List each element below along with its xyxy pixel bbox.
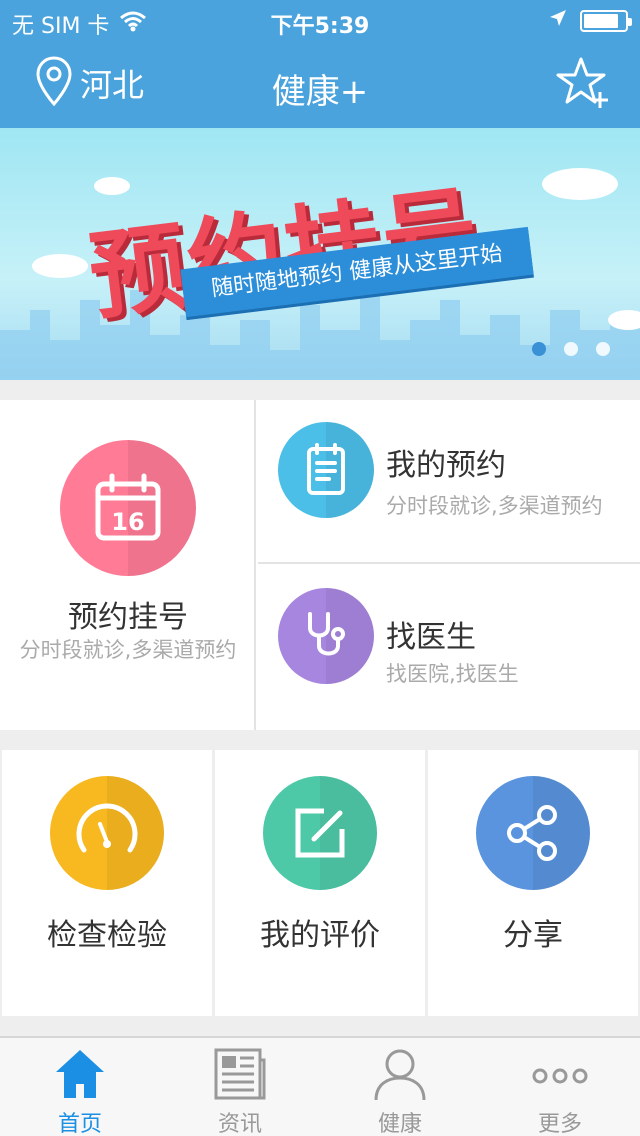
favorite-button[interactable] (556, 56, 610, 114)
feature-tiles: 检查检验 我的评价 分享 (0, 750, 640, 1016)
pagination-dot[interactable] (532, 342, 546, 356)
nav-bar: 河北 健康+ (0, 40, 640, 128)
tab-bar: 首页 资讯 健康 更多 (0, 1036, 640, 1136)
stethoscope-icon (278, 588, 374, 684)
tab-news[interactable]: 资讯 (160, 1038, 320, 1136)
appointment-cell[interactable]: 16 预约挂号 分时段就诊,多渠道预约 (0, 400, 256, 730)
calendar-date: 16 (111, 508, 144, 536)
my-review-label: 我的评价 (260, 918, 380, 953)
star-plus-icon (556, 57, 610, 114)
cloud-graphic (608, 310, 640, 330)
my-review-tile[interactable]: 我的评价 (215, 750, 425, 1016)
battery-icon (580, 10, 632, 32)
find-doctor-label: 找医生 (386, 620, 476, 655)
tab-more[interactable]: 更多 (480, 1038, 640, 1136)
my-appointments-cell[interactable]: 我的预约 分时段就诊,多渠道预约 (258, 400, 640, 564)
appointment-desc: 分时段就诊,多渠道预约 (19, 638, 237, 662)
tab-home[interactable]: 首页 (0, 1038, 160, 1136)
edit-icon (263, 776, 377, 890)
clipboard-icon (278, 422, 374, 518)
cloud-graphic (32, 254, 88, 278)
find-doctor-cell[interactable]: 找医生 找医院,找医生 (258, 566, 640, 730)
page-title: 健康+ (271, 72, 369, 112)
pagination-dot[interactable] (596, 342, 610, 356)
calendar-icon: 16 (60, 440, 196, 576)
examination-label: 检查检验 (47, 918, 167, 953)
my-appointments-desc: 分时段就诊,多渠道预约 (386, 494, 603, 518)
status-time: 下午5:39 (270, 14, 370, 39)
appointment-label: 预约挂号 (68, 600, 188, 635)
share-tile[interactable]: 分享 (428, 750, 638, 1016)
status-right (548, 8, 632, 34)
header: 无 SIM 卡 下午5:39 河北 健康+ (0, 0, 640, 128)
tab-home-label: 首页 (57, 1112, 102, 1136)
cloud-graphic (542, 168, 618, 200)
location-arrow-icon (548, 8, 568, 34)
share-label: 分享 (503, 918, 563, 953)
gauge-icon (50, 776, 164, 890)
tab-health-label: 健康 (377, 1112, 422, 1136)
news-icon (212, 1046, 268, 1102)
cloud-graphic (94, 177, 130, 195)
more-icon (532, 1046, 588, 1102)
status-bar: 无 SIM 卡 下午5:39 (0, 0, 640, 40)
examination-tile[interactable]: 检查检验 (2, 750, 212, 1016)
banner-pagination (532, 342, 610, 356)
person-icon (372, 1046, 428, 1102)
promo-banner[interactable]: 预约挂号 随时随地预约 健康从这里开始 (0, 128, 640, 380)
find-doctor-desc: 找医院,找医生 (386, 662, 519, 686)
service-grid: 16 预约挂号 分时段就诊,多渠道预约 我的预约 分时段就诊,多渠道预约 找医生… (0, 400, 640, 730)
tab-news-label: 资讯 (217, 1112, 262, 1136)
tab-more-label: 更多 (537, 1112, 582, 1136)
pagination-dot[interactable] (564, 342, 578, 356)
tab-health[interactable]: 健康 (320, 1038, 480, 1136)
battery-fill (584, 14, 618, 28)
my-appointments-label: 我的预约 (386, 448, 506, 483)
home-icon (52, 1046, 108, 1102)
share-icon (476, 776, 590, 890)
